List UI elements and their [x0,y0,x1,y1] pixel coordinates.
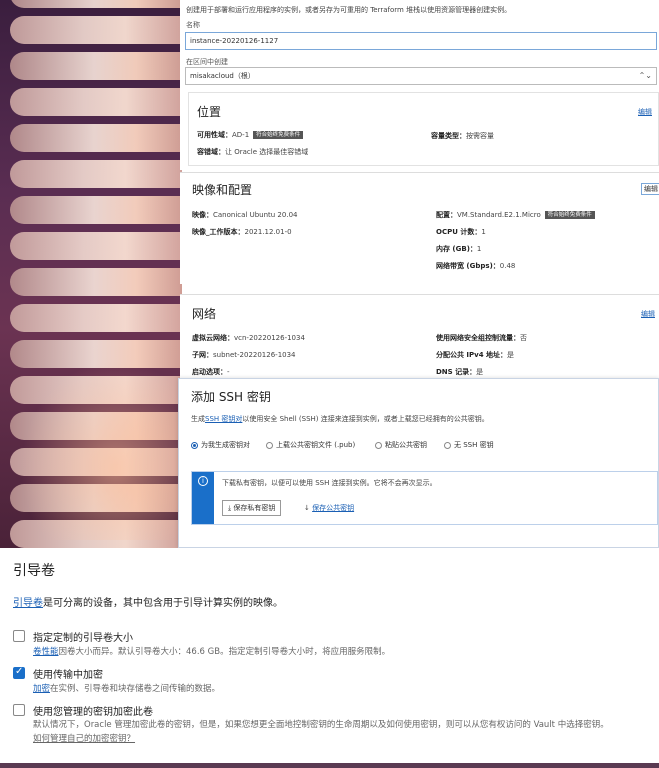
ssh-info-box: i 下载私有密钥，以便可以使用 SSH 连接到实例。它将不会再次显示。 ⤓ 保存… [191,471,658,525]
image-field: 映像：Canonical Ubuntu 20.04 [192,211,298,219]
boot-volume-description: 引导卷是可分离的设备，其中包含用于引导计算实例的映像。 [13,598,283,609]
custom-boot-size-help: 卷性能因卷大小而异。默认引导卷大小：46.6 GB。指定定制引导卷大小时，将应用… [33,647,391,657]
chevron-updown-icon: ⌃⌄ [638,71,652,80]
radio-generate-keypair[interactable]: 为我生成密钥对 [191,440,250,450]
manage-own-keys-link[interactable]: 如何管理自己的加密密钥？ [33,732,135,744]
radio-upload-public-key[interactable]: 上载公共密钥文件 (.pub) [266,440,355,450]
ssh-title: 添加 SSH 密钥 [191,390,271,404]
fault-domain-field: 容错域：让 Oracle 选择最佳容错域 [197,148,309,156]
network-edit-link[interactable]: 编辑 [641,309,655,319]
save-public-key-button[interactable]: ↓ 保存公共密钥 [304,503,354,513]
boot-volume-title: 引导卷 [13,563,55,579]
nsg-field: 使用网络安全组控制流量：否 [436,334,527,342]
name-input[interactable]: instance-20220126-1127 [185,32,657,50]
image-shape-edit-button[interactable]: 编辑 [641,183,659,195]
radio-no-ssh-key[interactable]: 无 SSH 密钥 [444,440,494,450]
compartment-select[interactable]: misakacloud（根） ⌃⌄ [185,67,657,85]
always-free-badge: 符合始终免费条件 [253,131,304,139]
custom-boot-size-checkbox[interactable] [13,630,25,642]
radio-paste-public-key[interactable]: 粘贴公共密钥 [375,440,427,450]
in-transit-encryption-checkbox[interactable] [13,666,25,679]
shape-field: 配置：VM.Standard.E2.1.Micro 符合始终免费条件 [436,210,595,220]
vcn-field: 虚拟云网络：vcn-20220126-1034 [192,334,305,342]
customer-managed-key-help: 默认情况下，Oracle 管理加密此卷的密钥，但是，如果您想更全面地控制密钥的生… [33,720,609,730]
compartment-label: 在区间中创建 [186,58,228,66]
always-free-badge: 符合始终免费条件 [544,211,595,219]
ssh-keypair-link[interactable]: SSH 密钥对 [205,415,242,423]
boot-volume-section: 引导卷 引导卷是可分离的设备，其中包含用于引导计算实例的映像。 指定定制的引导卷… [0,548,659,768]
info-icon: i [198,476,208,486]
boot-volume-link[interactable]: 引导卷 [13,598,43,609]
save-private-key-button[interactable]: ⤓ 保存私有密钥 [222,500,282,516]
in-transit-encryption-help: 加密在实例、引导卷和块存储卷之间传输的数据。 [33,684,221,694]
network-section: 网络 编辑 虚拟云网络：vcn-20220126-1034 子网：subnet-… [180,294,659,380]
compartment-value: misakacloud（根） [190,72,255,80]
dns-field: DNS 记录：是 [436,368,484,376]
instance-basic-panel: 创建用于部署和运行应用程序的实例，或者另存为可重用的 Terraform 堆栈以… [180,0,659,170]
ssh-keys-section: 添加 SSH 密钥 生成SSH 密钥对以使用安全 Shell (SSH) 连接来… [178,378,659,548]
subnet-field: 子网：subnet-20220126-1034 [192,351,296,359]
ocpu-field: OCPU 计数：1 [436,228,486,236]
image-shape-section: 映像和配置 编辑 映像：Canonical Ubuntu 20.04 映像_工作… [180,172,659,284]
image-shape-title: 映像和配置 [192,183,253,197]
customer-managed-key-checkbox[interactable] [13,704,25,716]
image-build-field: 映像_工作版本：2021.12.01-0 [192,228,292,236]
bottom-image-strip [0,763,659,768]
in-transit-encryption-label: 使用传输中加密 [33,670,103,681]
download-icon: ↓ [304,504,313,512]
background-building-image [0,0,182,548]
memory-field: 内存 (GB)：1 [436,245,482,253]
encryption-link[interactable]: 加密 [33,684,50,694]
placement-section: 位置 编辑 可用性域：AD-1 符合始终免费条件 容量类型：按需容量 容错域：让 … [188,92,659,166]
network-title: 网络 [192,307,217,321]
placement-edit-link[interactable]: 编辑 [638,107,652,117]
name-label: 名称 [186,21,200,29]
ad-field: 可用性域：AD-1 符合始终免费条件 [197,130,304,140]
placement-title: 位置 [197,105,222,119]
capacity-field: 容量类型：按需容量 [431,132,494,140]
custom-boot-size-label: 指定定制的引导卷大小 [33,633,133,644]
intro-text: 创建用于部署和运行应用程序的实例，或者另存为可重用的 Terraform 堆栈以… [186,6,512,14]
customer-managed-key-label: 使用您管理的密钥加密此卷 [33,707,153,718]
public-ip-field: 分配公共 IPv4 地址：是 [436,351,515,359]
bandwidth-field: 网络带宽 (Gbps)：0.48 [436,262,516,270]
ssh-description: 生成SSH 密钥对以使用安全 Shell (SSH) 连接来连接到实例，或者上载… [191,415,489,423]
volume-performance-link[interactable]: 卷性能 [33,647,59,657]
ssh-info-text: 下载私有密钥，以便可以使用 SSH 连接到实例。它将不会再次显示。 [222,479,437,487]
launch-options-field: 启动选项：- [192,368,230,376]
